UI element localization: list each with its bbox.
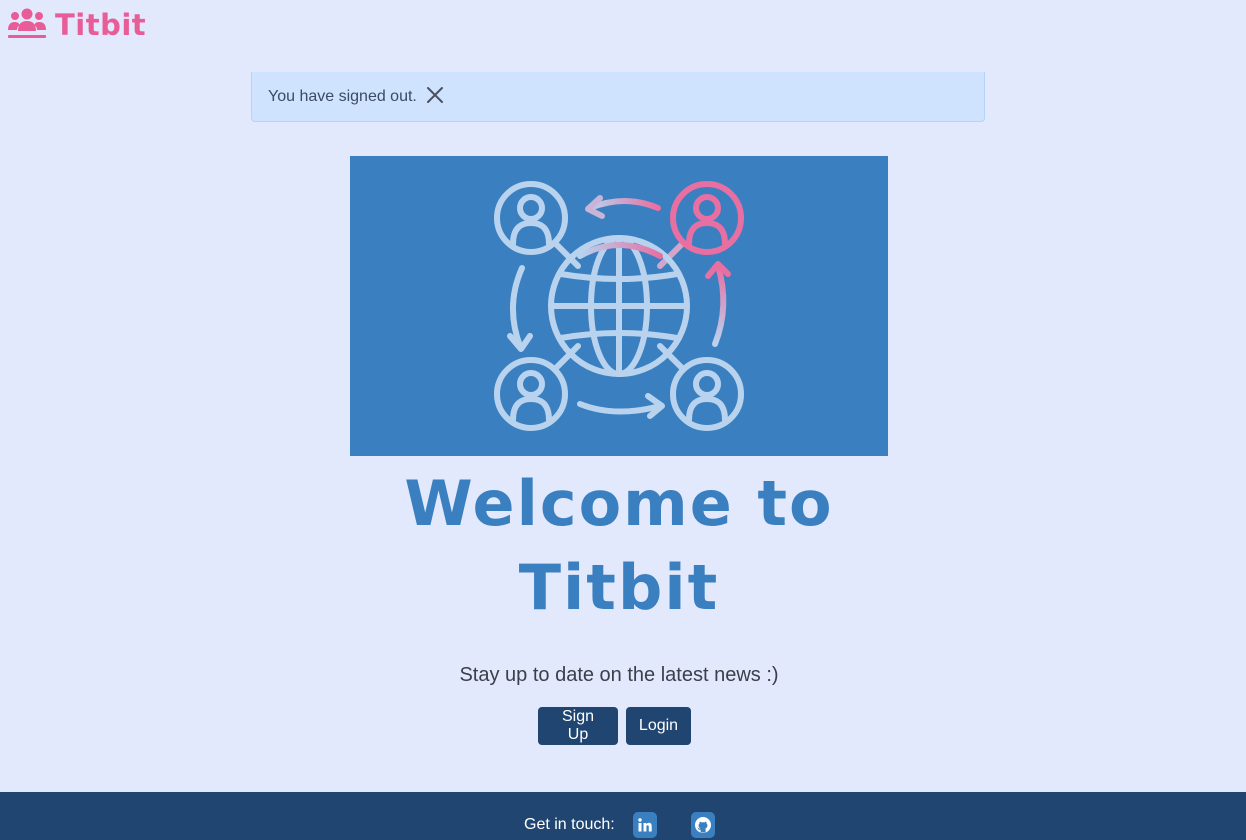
brand-name: Titbit bbox=[55, 8, 147, 42]
alert-message: You have signed out. bbox=[268, 87, 417, 105]
login-button[interactable]: Login bbox=[626, 707, 691, 745]
hero-banner bbox=[350, 156, 888, 456]
users-icon bbox=[7, 6, 47, 44]
github-icon[interactable] bbox=[691, 812, 715, 838]
auth-actions: Sign Up Login bbox=[538, 707, 691, 745]
global-network-icon bbox=[494, 181, 744, 431]
footer: Get in touch: bbox=[0, 792, 1246, 840]
linkedin-icon[interactable] bbox=[633, 812, 657, 838]
close-icon[interactable] bbox=[425, 85, 445, 105]
brand-link[interactable]: Titbit bbox=[7, 7, 146, 43]
get-in-touch-label: Get in touch: bbox=[524, 816, 615, 833]
welcome-line-2: Titbit bbox=[518, 551, 720, 624]
welcome-heading: Welcome to Titbit bbox=[300, 462, 938, 630]
welcome-line-1: Welcome to bbox=[404, 467, 834, 540]
signed-out-alert: You have signed out. bbox=[251, 72, 985, 122]
sign-up-button[interactable]: Sign Up bbox=[538, 707, 618, 745]
tagline: Stay up to date on the latest news :) bbox=[459, 664, 779, 686]
